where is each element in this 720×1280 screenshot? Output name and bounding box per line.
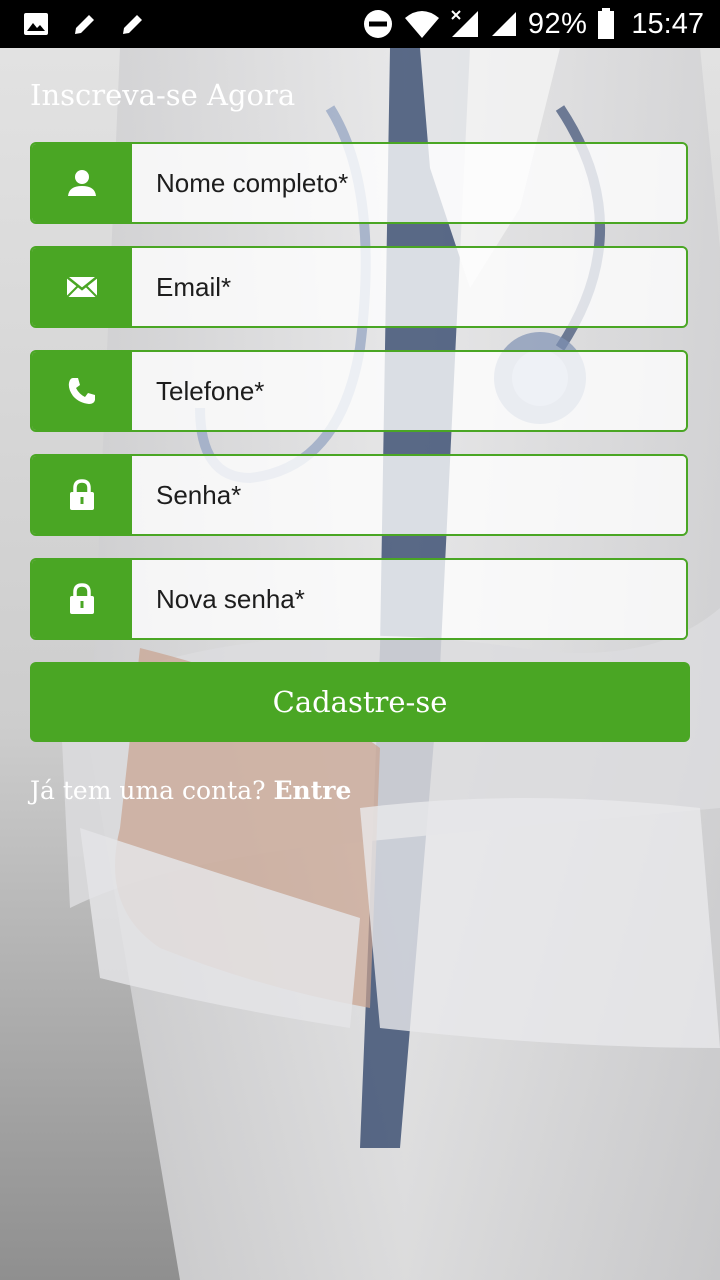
field-icon-box — [32, 248, 132, 326]
lock-icon — [70, 583, 94, 614]
new-password-field[interactable] — [30, 558, 688, 640]
wifi-icon — [404, 11, 439, 38]
user-icon — [68, 170, 96, 196]
battery-icon — [598, 8, 615, 39]
field-icon-box — [32, 560, 132, 638]
status-bar: 92% 15:47 — [0, 0, 720, 48]
login-prompt-text: Já tem uma conta? — [30, 776, 266, 805]
full-name-field[interactable] — [30, 142, 688, 224]
login-prompt-line: Já tem uma conta? Entre — [30, 776, 351, 805]
field-icon-box — [32, 456, 132, 534]
password-field[interactable] — [30, 454, 688, 536]
clock: 15:47 — [631, 7, 704, 40]
do-not-disturb-icon — [363, 10, 392, 38]
new-password-input[interactable] — [132, 560, 686, 638]
field-icon-box — [32, 144, 132, 222]
login-link[interactable]: Entre — [274, 776, 352, 805]
pencil-icon — [75, 15, 94, 34]
lock-icon — [70, 479, 94, 510]
password-input[interactable] — [132, 456, 686, 534]
system-icons: 92% 15:47 — [362, 8, 720, 41]
phone-icon — [68, 378, 95, 404]
signal-icon — [451, 10, 478, 37]
page-title: Inscreva-se Agora — [30, 78, 296, 112]
mail-icon — [66, 276, 98, 298]
image-icon — [24, 13, 48, 35]
full-name-input[interactable] — [132, 144, 686, 222]
email-field[interactable] — [30, 246, 688, 328]
signal-icon — [491, 12, 516, 36]
phone-field[interactable] — [30, 350, 688, 432]
pencil-icon — [123, 15, 142, 34]
phone-input[interactable] — [132, 352, 686, 430]
email-input[interactable] — [132, 248, 686, 326]
notification-icons — [0, 10, 146, 38]
field-icon-box — [32, 352, 132, 430]
signup-button[interactable]: Cadastre-se — [30, 662, 690, 742]
battery-percentage: 92% — [527, 7, 588, 40]
